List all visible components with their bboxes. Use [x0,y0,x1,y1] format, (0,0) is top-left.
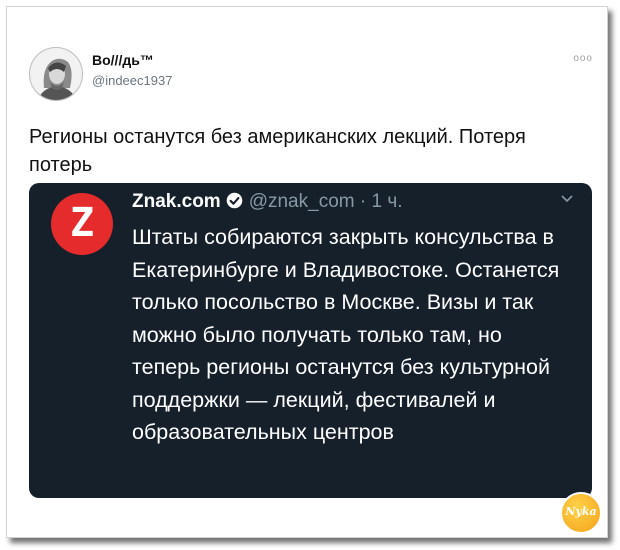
author-handle[interactable]: @indeec1937 [92,73,172,88]
quote-author-name[interactable]: Znak.com [132,191,221,212]
header-separator: · [359,191,367,212]
watermark-text: Nyka [565,505,597,518]
chevron-down-icon[interactable] [560,191,574,209]
verified-badge-icon [226,192,242,209]
tweet-screenshot-frame: Во///дь™ @indeec1937 ooo Регионы останут… [6,6,608,538]
tweet-text: Регионы останутся без американских лекци… [29,126,526,176]
quote-header: Znak.com @znak_com · 1 ч. [132,191,403,213]
author-name[interactable]: Во///дь™ [92,52,154,68]
quote-text: Штаты собираются закрыть консульства в Е… [132,225,560,444]
author-avatar[interactable] [29,47,83,101]
logo-letter: Z [69,200,95,246]
more-dots-icon[interactable]: ooo [573,53,593,64]
quote-time[interactable]: 1 ч. [371,191,402,212]
watermark-logo: Nyka [560,492,602,534]
quote-author-handle[interactable]: @znak_com [249,191,355,212]
quoted-tweet-card[interactable]: Z Znak.com @znak_com · 1 ч. Штаты собираю… [29,183,592,498]
znak-logo-avatar[interactable]: Z [51,193,113,255]
portrait-sketch-icon [38,58,76,100]
